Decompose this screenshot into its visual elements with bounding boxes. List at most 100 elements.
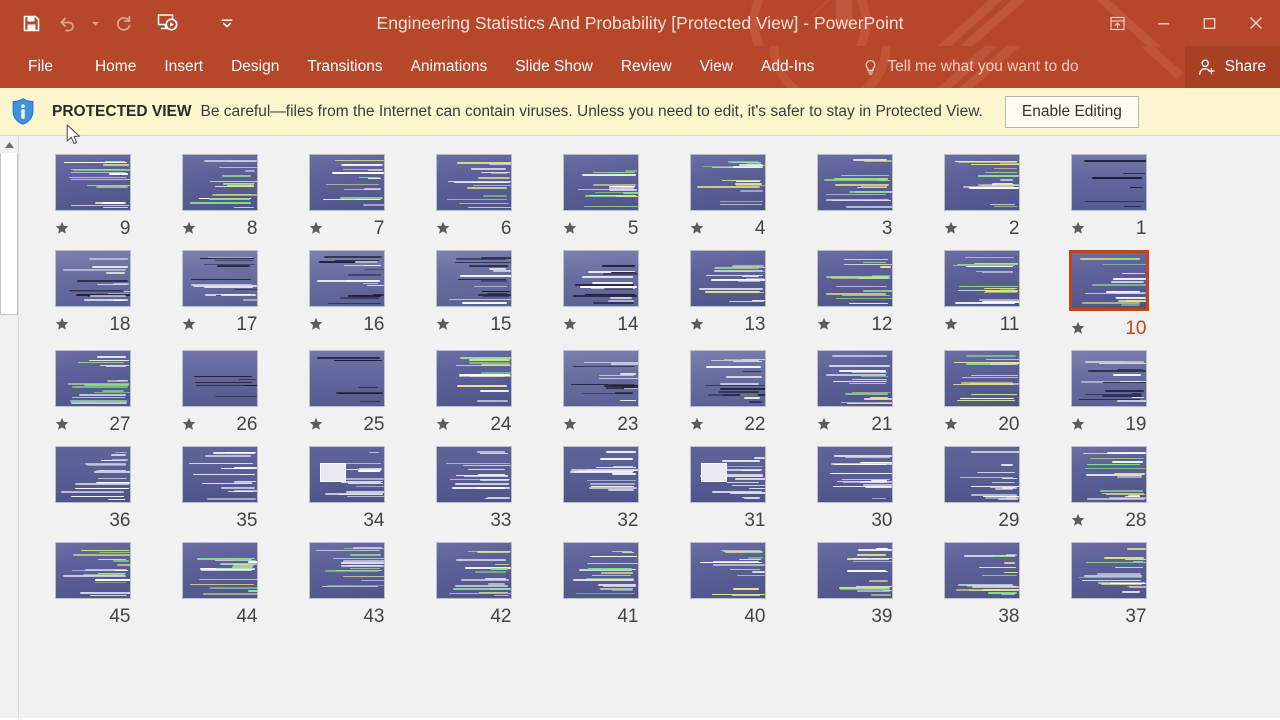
slide-thumbnail-cell[interactable]: 27 — [29, 350, 156, 436]
slide-thumbnail-cell[interactable]: 9 — [29, 154, 156, 240]
scroll-up-arrow-icon[interactable] — [0, 136, 18, 153]
slide-thumbnail-11[interactable] — [943, 250, 1020, 307]
slide-thumbnail-cell[interactable]: 22 — [664, 350, 791, 436]
slide-thumbnail-cell[interactable]: 3 — [791, 154, 918, 240]
undo-button[interactable] — [50, 6, 84, 40]
slide-thumbnail-cell[interactable]: 23 — [537, 350, 664, 436]
slide-thumbnail-35[interactable] — [181, 446, 258, 503]
slide-thumbnail-2[interactable] — [943, 154, 1020, 211]
slide-thumbnail-5[interactable] — [562, 154, 639, 211]
slide-thumbnail-8[interactable] — [181, 154, 258, 211]
slide-thumbnail-cell[interactable]: 36 — [29, 446, 156, 532]
slide-thumbnail-32[interactable] — [562, 446, 639, 503]
slide-thumbnail-cell[interactable]: 15 — [410, 250, 537, 340]
slide-thumbnail-cell[interactable]: 43 — [283, 542, 410, 628]
slide-thumbnail-44[interactable] — [181, 542, 258, 599]
slide-thumbnail-cell[interactable]: 45 — [29, 542, 156, 628]
slide-thumbnail-23[interactable] — [562, 350, 639, 407]
slide-thumbnail-45[interactable] — [54, 542, 131, 599]
slide-thumbnail-4[interactable] — [689, 154, 766, 211]
slide-thumbnail-29[interactable] — [943, 446, 1020, 503]
slide-thumbnail-40[interactable] — [689, 542, 766, 599]
slide-thumbnail-cell[interactable]: 44 — [156, 542, 283, 628]
share-button[interactable]: Share — [1184, 46, 1280, 88]
slide-thumbnail-26[interactable] — [181, 350, 258, 407]
slide-thumbnail-37[interactable] — [1070, 542, 1147, 599]
slide-thumbnail-cell[interactable]: 24 — [410, 350, 537, 436]
customize-qat-button[interactable] — [210, 6, 244, 40]
slide-thumbnail-39[interactable] — [816, 542, 893, 599]
slide-thumbnail-cell[interactable]: 25 — [283, 350, 410, 436]
slide-thumbnail-43[interactable] — [308, 542, 385, 599]
slide-thumbnail-41[interactable] — [562, 542, 639, 599]
slide-thumbnail-14[interactable] — [562, 250, 639, 307]
tab-view[interactable]: View — [686, 46, 747, 88]
slide-thumbnail-cell[interactable]: 5 — [537, 154, 664, 240]
slide-thumbnail-cell[interactable]: 1 — [1045, 154, 1172, 240]
save-button[interactable] — [14, 6, 48, 40]
scrollbar-thumb[interactable] — [0, 153, 18, 315]
slide-thumbnail-27[interactable] — [54, 350, 131, 407]
slide-thumbnail-38[interactable] — [943, 542, 1020, 599]
slide-thumbnail-34[interactable] — [308, 446, 385, 503]
slide-thumbnail-cell[interactable]: 14 — [537, 250, 664, 340]
enable-editing-button[interactable]: Enable Editing — [1004, 95, 1139, 128]
slide-thumbnail-cell[interactable]: 11 — [918, 250, 1045, 340]
slide-thumbnail-3[interactable] — [816, 154, 893, 211]
tab-review[interactable]: Review — [607, 46, 686, 88]
slide-thumbnail-33[interactable] — [435, 446, 512, 503]
slide-thumbnail-16[interactable] — [308, 250, 385, 307]
slide-thumbnail-cell[interactable]: 13 — [664, 250, 791, 340]
slide-thumbnail-cell[interactable]: 38 — [918, 542, 1045, 628]
slide-thumbnail-cell[interactable]: 16 — [283, 250, 410, 340]
tab-home[interactable]: Home — [81, 46, 150, 88]
slide-thumbnail-31[interactable] — [689, 446, 766, 503]
slide-thumbnail-cell[interactable]: 33 — [410, 446, 537, 532]
slide-thumbnail-17[interactable] — [181, 250, 258, 307]
slide-thumbnail-cell[interactable]: 8 — [156, 154, 283, 240]
slide-thumbnail-28[interactable] — [1070, 446, 1147, 503]
slide-thumbnail-cell[interactable]: 12 — [791, 250, 918, 340]
slide-thumbnail-cell[interactable]: 40 — [664, 542, 791, 628]
slide-thumbnail-cell[interactable]: 10 — [1045, 250, 1172, 340]
slide-thumbnail-15[interactable] — [435, 250, 512, 307]
tab-transitions[interactable]: Transitions — [293, 46, 396, 88]
slide-thumbnail-cell[interactable]: 7 — [283, 154, 410, 240]
slide-thumbnail-12[interactable] — [816, 250, 893, 307]
slide-thumbnail-cell[interactable]: 6 — [410, 154, 537, 240]
slide-thumbnail-22[interactable] — [689, 350, 766, 407]
scrollbar-track[interactable] — [0, 153, 18, 718]
slide-thumbnail-cell[interactable]: 34 — [283, 446, 410, 532]
undo-dropdown-button[interactable] — [86, 6, 104, 40]
slide-thumbnail-cell[interactable]: 42 — [410, 542, 537, 628]
tab-slide-show[interactable]: Slide Show — [501, 46, 607, 88]
slide-thumbnail-cell[interactable]: 19 — [1045, 350, 1172, 436]
slide-thumbnail-cell[interactable]: 29 — [918, 446, 1045, 532]
slide-thumbnail-25[interactable] — [308, 350, 385, 407]
slide-thumbnail-cell[interactable]: 17 — [156, 250, 283, 340]
minimize-button[interactable] — [1140, 8, 1186, 38]
slide-thumbnail-21[interactable] — [816, 350, 893, 407]
slide-thumbnail-cell[interactable]: 35 — [156, 446, 283, 532]
tab-add-ins[interactable]: Add-Ins — [747, 46, 828, 88]
tab-animations[interactable]: Animations — [397, 46, 502, 88]
slide-thumbnail-1[interactable] — [1070, 154, 1147, 211]
vertical-scrollbar[interactable] — [0, 136, 19, 718]
slide-thumbnail-cell[interactable]: 41 — [537, 542, 664, 628]
tab-insert[interactable]: Insert — [150, 46, 217, 88]
ribbon-display-options-icon[interactable] — [1094, 8, 1140, 38]
slide-thumbnail-cell[interactable]: 30 — [791, 446, 918, 532]
slide-thumbnail-cell[interactable]: 21 — [791, 350, 918, 436]
slide-thumbnail-30[interactable] — [816, 446, 893, 503]
close-button[interactable] — [1232, 8, 1280, 38]
slide-thumbnail-36[interactable] — [54, 446, 131, 503]
slide-thumbnail-13[interactable] — [689, 250, 766, 307]
slide-thumbnail-cell[interactable]: 26 — [156, 350, 283, 436]
start-presentation-button[interactable] — [150, 6, 184, 40]
slide-thumbnail-cell[interactable]: 18 — [29, 250, 156, 340]
slide-thumbnail-18[interactable] — [54, 250, 131, 307]
tell-me-search[interactable]: Tell me what you want to do — [862, 58, 1079, 76]
slide-thumbnail-cell[interactable]: 20 — [918, 350, 1045, 436]
slide-thumbnail-42[interactable] — [435, 542, 512, 599]
slide-thumbnail-7[interactable] — [308, 154, 385, 211]
